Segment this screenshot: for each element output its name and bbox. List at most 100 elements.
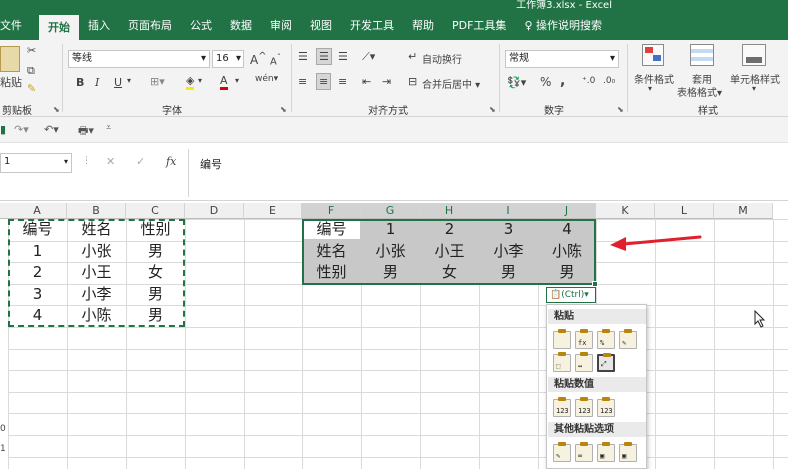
wrap-text-icon[interactable]: ↵ [408, 50, 417, 63]
undo-icon[interactable]: ↶▾ [44, 123, 59, 136]
formula-input[interactable]: 编号 [200, 156, 222, 172]
copy-icon[interactable]: ⧉ [27, 64, 35, 78]
column-header-j[interactable]: J [538, 203, 596, 219]
paste-options-button[interactable]: 📋(Ctrl)▾ [546, 287, 596, 303]
source-cell[interactable]: 4 [8, 305, 67, 325]
paste-button[interactable]: 粘贴 [0, 74, 22, 90]
underline-button[interactable]: U [114, 76, 122, 89]
tab-data[interactable]: 数据 [221, 15, 261, 37]
source-cell[interactable]: 小王 [67, 262, 126, 282]
chevron-down-icon[interactable]: ▾ [648, 84, 652, 93]
transposed-cell[interactable]: 男 [479, 262, 538, 282]
percent-button[interactable]: % [540, 75, 551, 89]
transposed-cell[interactable]: 男 [538, 262, 596, 282]
transposed-cell[interactable]: 女 [420, 262, 479, 282]
paste-link-icon[interactable]: ∞ [575, 442, 593, 462]
transposed-cell[interactable]: 男 [361, 262, 420, 282]
transposed-cell[interactable]: 1 [361, 219, 420, 239]
transposed-cell[interactable]: 小陈 [538, 241, 596, 261]
cancel-icon[interactable]: ✕ [106, 155, 115, 168]
paste-all-icon[interactable] [553, 329, 571, 349]
table-format-icon[interactable] [690, 44, 714, 66]
column-header-b[interactable]: B [67, 203, 126, 219]
print-preview-icon[interactable]: 🖶▾ [78, 122, 94, 141]
italic-button[interactable]: I [95, 76, 99, 89]
tab-formulas[interactable]: 公式 [181, 15, 221, 37]
paste-formulas-icon[interactable]: fx [575, 329, 593, 349]
merge-center-icon[interactable]: ⊟ [408, 75, 417, 88]
column-header-d[interactable]: D [185, 203, 244, 219]
redo-icon[interactable]: ↷▾ [14, 123, 29, 136]
column-header-m[interactable]: M [714, 203, 773, 219]
fill-color-icon[interactable]: ◈ [186, 74, 195, 90]
insert-function-button[interactable]: fx [166, 155, 176, 168]
align-left-icon[interactable]: ≡ [298, 75, 307, 88]
transposed-cell[interactable]: 小李 [479, 241, 538, 261]
source-cell[interactable]: 2 [8, 262, 67, 282]
source-cell[interactable]: 男 [126, 284, 185, 304]
paste-transpose-icon[interactable]: ⤢ [597, 353, 615, 372]
source-cell[interactable]: 性别 [126, 219, 185, 239]
chevron-down-icon[interactable]: ▾ [127, 76, 131, 85]
decrease-decimal-icon[interactable]: .0₀ [603, 76, 615, 86]
wrap-text-button[interactable]: 自动换行 [422, 51, 462, 66]
transposed-cell[interactable]: 4 [538, 219, 596, 239]
column-header-f[interactable]: F [302, 203, 361, 219]
enter-icon[interactable]: ✓ [136, 155, 145, 168]
transposed-cell[interactable]: 姓名 [302, 241, 361, 261]
tab-help[interactable]: 帮助 [403, 15, 443, 37]
bold-button[interactable]: B [76, 76, 84, 89]
decrease-indent-icon[interactable]: ⇤ [362, 75, 371, 88]
paste-values-icon[interactable]: 123 [553, 397, 571, 417]
column-header-h[interactable]: H [420, 203, 479, 219]
cell-style-icon[interactable] [742, 44, 766, 66]
tab-developer[interactable]: 开发工具 [341, 15, 403, 37]
table-format-button-line2[interactable]: 表格格式▾ [677, 84, 722, 99]
source-cell[interactable]: 编号 [8, 219, 67, 239]
border-icon[interactable]: ⊞▾ [150, 75, 165, 88]
tab-page-layout[interactable]: 页面布局 [119, 15, 181, 37]
paste-picture-icon[interactable]: ▣ [597, 442, 615, 462]
number-format-select[interactable]: 常规 ▾ [505, 50, 619, 68]
paste-icon[interactable] [0, 46, 20, 72]
source-cell[interactable]: 小陈 [67, 305, 126, 325]
paste-keep-column-width-icon[interactable]: ↔ [575, 352, 593, 372]
align-top-icon[interactable]: ☰ [298, 50, 308, 63]
accounting-format-icon[interactable]: 💱▾ [507, 76, 526, 89]
shrink-font-icon[interactable]: Aˇ [270, 52, 281, 67]
tab-home[interactable]: 开始 [39, 15, 79, 40]
number-launcher-icon[interactable]: ⬊ [617, 105, 624, 114]
save-icon[interactable]: ▮ [0, 123, 6, 136]
paste-keep-source-format-icon[interactable]: ✎ [619, 329, 637, 349]
conditional-format-button[interactable]: 条件格式 [634, 71, 674, 86]
align-right-icon[interactable]: ≡ [338, 75, 347, 88]
resize-handle-icon[interactable]: ⋮ [82, 156, 91, 166]
column-header-i[interactable]: I [479, 203, 538, 219]
comma-button[interactable]: , [560, 73, 565, 89]
source-cell[interactable]: 男 [126, 305, 185, 325]
increase-decimal-icon[interactable]: ⁺.0 [582, 76, 595, 86]
increase-indent-icon[interactable]: ⇥ [382, 75, 391, 88]
alignment-launcher-icon[interactable]: ⬊ [489, 105, 496, 114]
worksheet-grid[interactable]: ABCDEFGHIJKLM 编号 姓名 性别 1 小张男 2 小王女 3 小李男 4 小陈男 编号 1… [0, 201, 788, 469]
conditional-format-icon[interactable] [642, 44, 664, 66]
cut-icon[interactable]: ✂ [27, 44, 36, 57]
source-cell[interactable]: 小张 [67, 241, 126, 261]
transposed-cell[interactable]: 小王 [420, 241, 479, 261]
column-header-e[interactable]: E [244, 203, 302, 219]
clipboard-launcher-icon[interactable]: ⬊ [53, 105, 60, 114]
column-header-c[interactable]: C [126, 203, 185, 219]
column-header-l[interactable]: L [655, 203, 714, 219]
chevron-down-icon[interactable]: ▾ [198, 76, 202, 85]
paste-linked-picture-icon[interactable]: ▣ [619, 442, 637, 462]
transposed-cell[interactable]: 3 [479, 219, 538, 239]
column-header-k[interactable]: K [596, 203, 655, 219]
tab-view[interactable]: 视图 [301, 15, 341, 37]
customize-qat-icon[interactable]: ⩡ [106, 123, 111, 133]
paste-values-number-format-icon[interactable]: 123 [575, 397, 593, 417]
paste-formatting-icon[interactable]: ✎ [553, 442, 571, 462]
chevron-down-icon[interactable]: ▾ [752, 84, 756, 93]
font-size-select[interactable]: 16 ▾ [212, 50, 244, 68]
transposed-cell[interactable]: 性别 [302, 262, 361, 282]
align-center-icon[interactable]: ≡ [316, 73, 332, 90]
